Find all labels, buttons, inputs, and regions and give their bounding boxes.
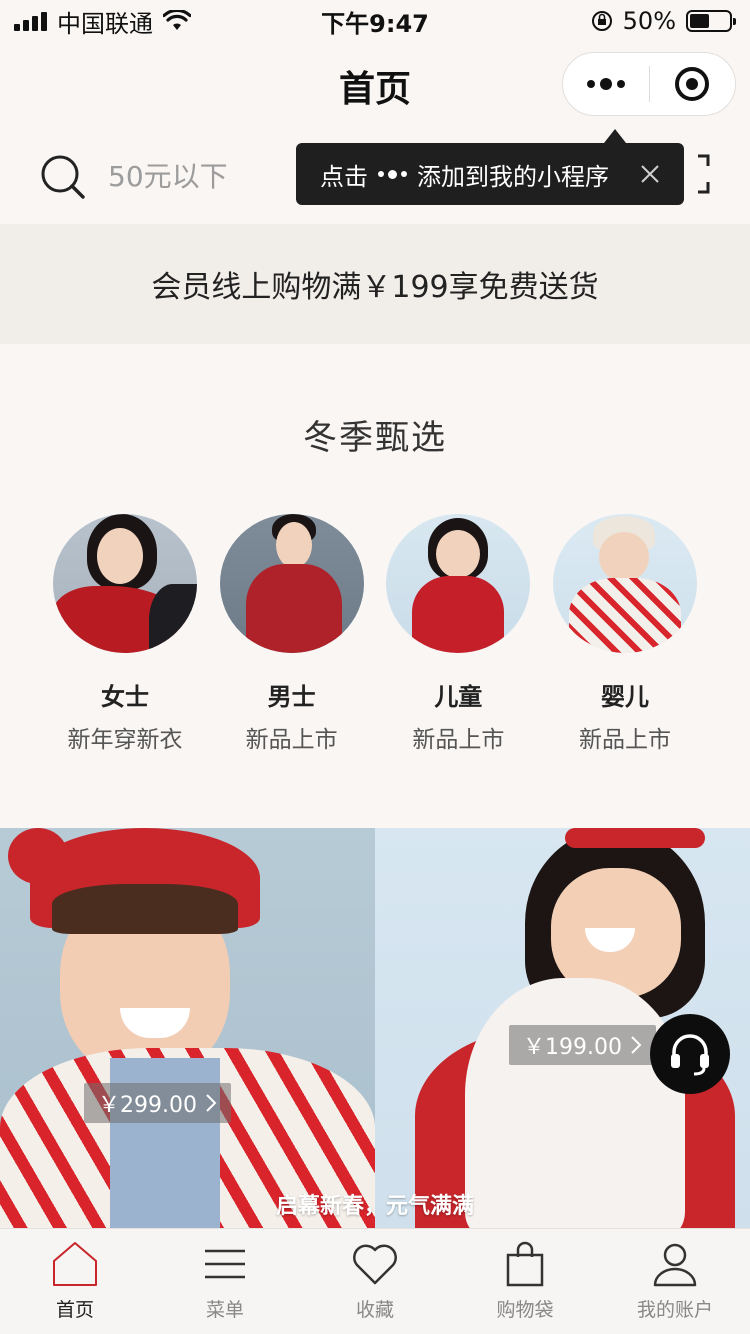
tab-favorites[interactable]: 收藏 <box>300 1229 450 1334</box>
tab-bag[interactable]: 购物袋 <box>450 1229 600 1334</box>
orientation-lock-icon <box>591 11 612 31</box>
menu-icon <box>205 1249 245 1279</box>
category-subtitle: 新品上市 <box>412 727 505 753</box>
category-list: 女士 新年穿新衣 男士 新品上市 儿童 新品上市 婴儿 新品上市 <box>42 514 708 754</box>
category-women[interactable]: 女士 新年穿新衣 <box>42 514 208 754</box>
tab-label: 收藏 <box>355 1299 394 1321</box>
category-name: 婴儿 <box>600 683 649 711</box>
carrier-label: 中国联通 <box>57 9 153 38</box>
promo-text: 会员线上购物满￥199享免费送货 <box>151 270 599 305</box>
category-subtitle: 新品上市 <box>245 727 338 753</box>
category-image-kids <box>386 514 531 653</box>
search-icon[interactable] <box>40 154 86 200</box>
status-right: 50% <box>591 7 736 35</box>
more-dots-icon <box>378 169 407 179</box>
category-name: 儿童 <box>434 683 483 711</box>
tab-account[interactable]: 我的账户 <box>600 1229 750 1334</box>
tooltip-prefix: 点击 <box>320 162 368 191</box>
tab-label: 我的账户 <box>636 1299 713 1321</box>
tooltip-text: 添加到我的小程序 <box>417 162 609 191</box>
category-name: 男士 <box>267 683 316 711</box>
bag-icon <box>506 1241 544 1287</box>
status-bar: 中国联通 下午9:47 50% <box>0 0 750 42</box>
battery-percent: 50% <box>622 7 676 35</box>
category-image-men <box>219 514 364 653</box>
close-miniprogram-button[interactable] <box>650 53 736 115</box>
status-time: 下午9:47 <box>321 9 429 38</box>
tab-bar: 首页 菜单 收藏 购物袋 我的账户 <box>0 1228 750 1334</box>
close-icon[interactable] <box>636 160 664 188</box>
add-miniprogram-tooltip: 点击 添加到我的小程序 <box>296 129 684 205</box>
category-name: 女士 <box>101 683 149 711</box>
hero-caption: 启幕新春，元气满满 <box>275 1194 474 1219</box>
price-right: ￥199.00 <box>523 1035 622 1060</box>
target-icon <box>675 67 710 101</box>
hero-banner[interactable]: ￥299.00 ￥199.00 启幕新春，元气满满 <box>0 828 750 1228</box>
price-tag-right[interactable]: ￥199.00 <box>509 1025 656 1065</box>
category-image-women <box>53 514 197 653</box>
battery-icon <box>686 10 736 32</box>
section-title: 冬季甄选 <box>303 418 447 458</box>
tab-label: 菜单 <box>205 1299 244 1321</box>
chevron-right-icon <box>206 1094 217 1112</box>
chevron-right-icon <box>631 1036 642 1054</box>
more-dots-icon <box>586 78 625 90</box>
status-left: 中国联通 <box>14 4 191 39</box>
category-image-baby <box>552 514 697 653</box>
promo-banner[interactable]: 会员线上购物满￥199享免费送货 <box>0 224 750 344</box>
search-input[interactable] <box>108 152 308 200</box>
category-baby[interactable]: 婴儿 新品上市 <box>542 514 708 754</box>
category-subtitle: 新品上市 <box>578 727 671 753</box>
navbar: 首页 <box>0 42 750 128</box>
wifi-icon <box>163 10 191 30</box>
miniprogram-capsule <box>562 52 736 116</box>
category-men[interactable]: 男士 新品上市 <box>209 514 375 754</box>
hero-image-boy[interactable]: ￥299.00 <box>0 828 375 1228</box>
home-icon <box>53 1242 97 1286</box>
tab-home[interactable]: 首页 <box>0 1229 150 1334</box>
headset-icon <box>671 1034 709 1076</box>
customer-service-button[interactable] <box>650 1014 730 1094</box>
more-button[interactable] <box>563 53 649 115</box>
category-kids[interactable]: 儿童 新品上市 <box>375 514 541 754</box>
signal-icon <box>14 11 47 31</box>
tab-label: 购物袋 <box>496 1299 554 1321</box>
tab-label: 首页 <box>55 1299 94 1321</box>
price-tag-left[interactable]: ￥299.00 <box>84 1083 231 1123</box>
user-icon <box>653 1243 697 1287</box>
tab-menu[interactable]: 菜单 <box>150 1229 300 1334</box>
price-left: ￥299.00 <box>98 1093 197 1118</box>
heart-icon <box>353 1244 397 1285</box>
category-subtitle: 新年穿新衣 <box>67 727 183 753</box>
